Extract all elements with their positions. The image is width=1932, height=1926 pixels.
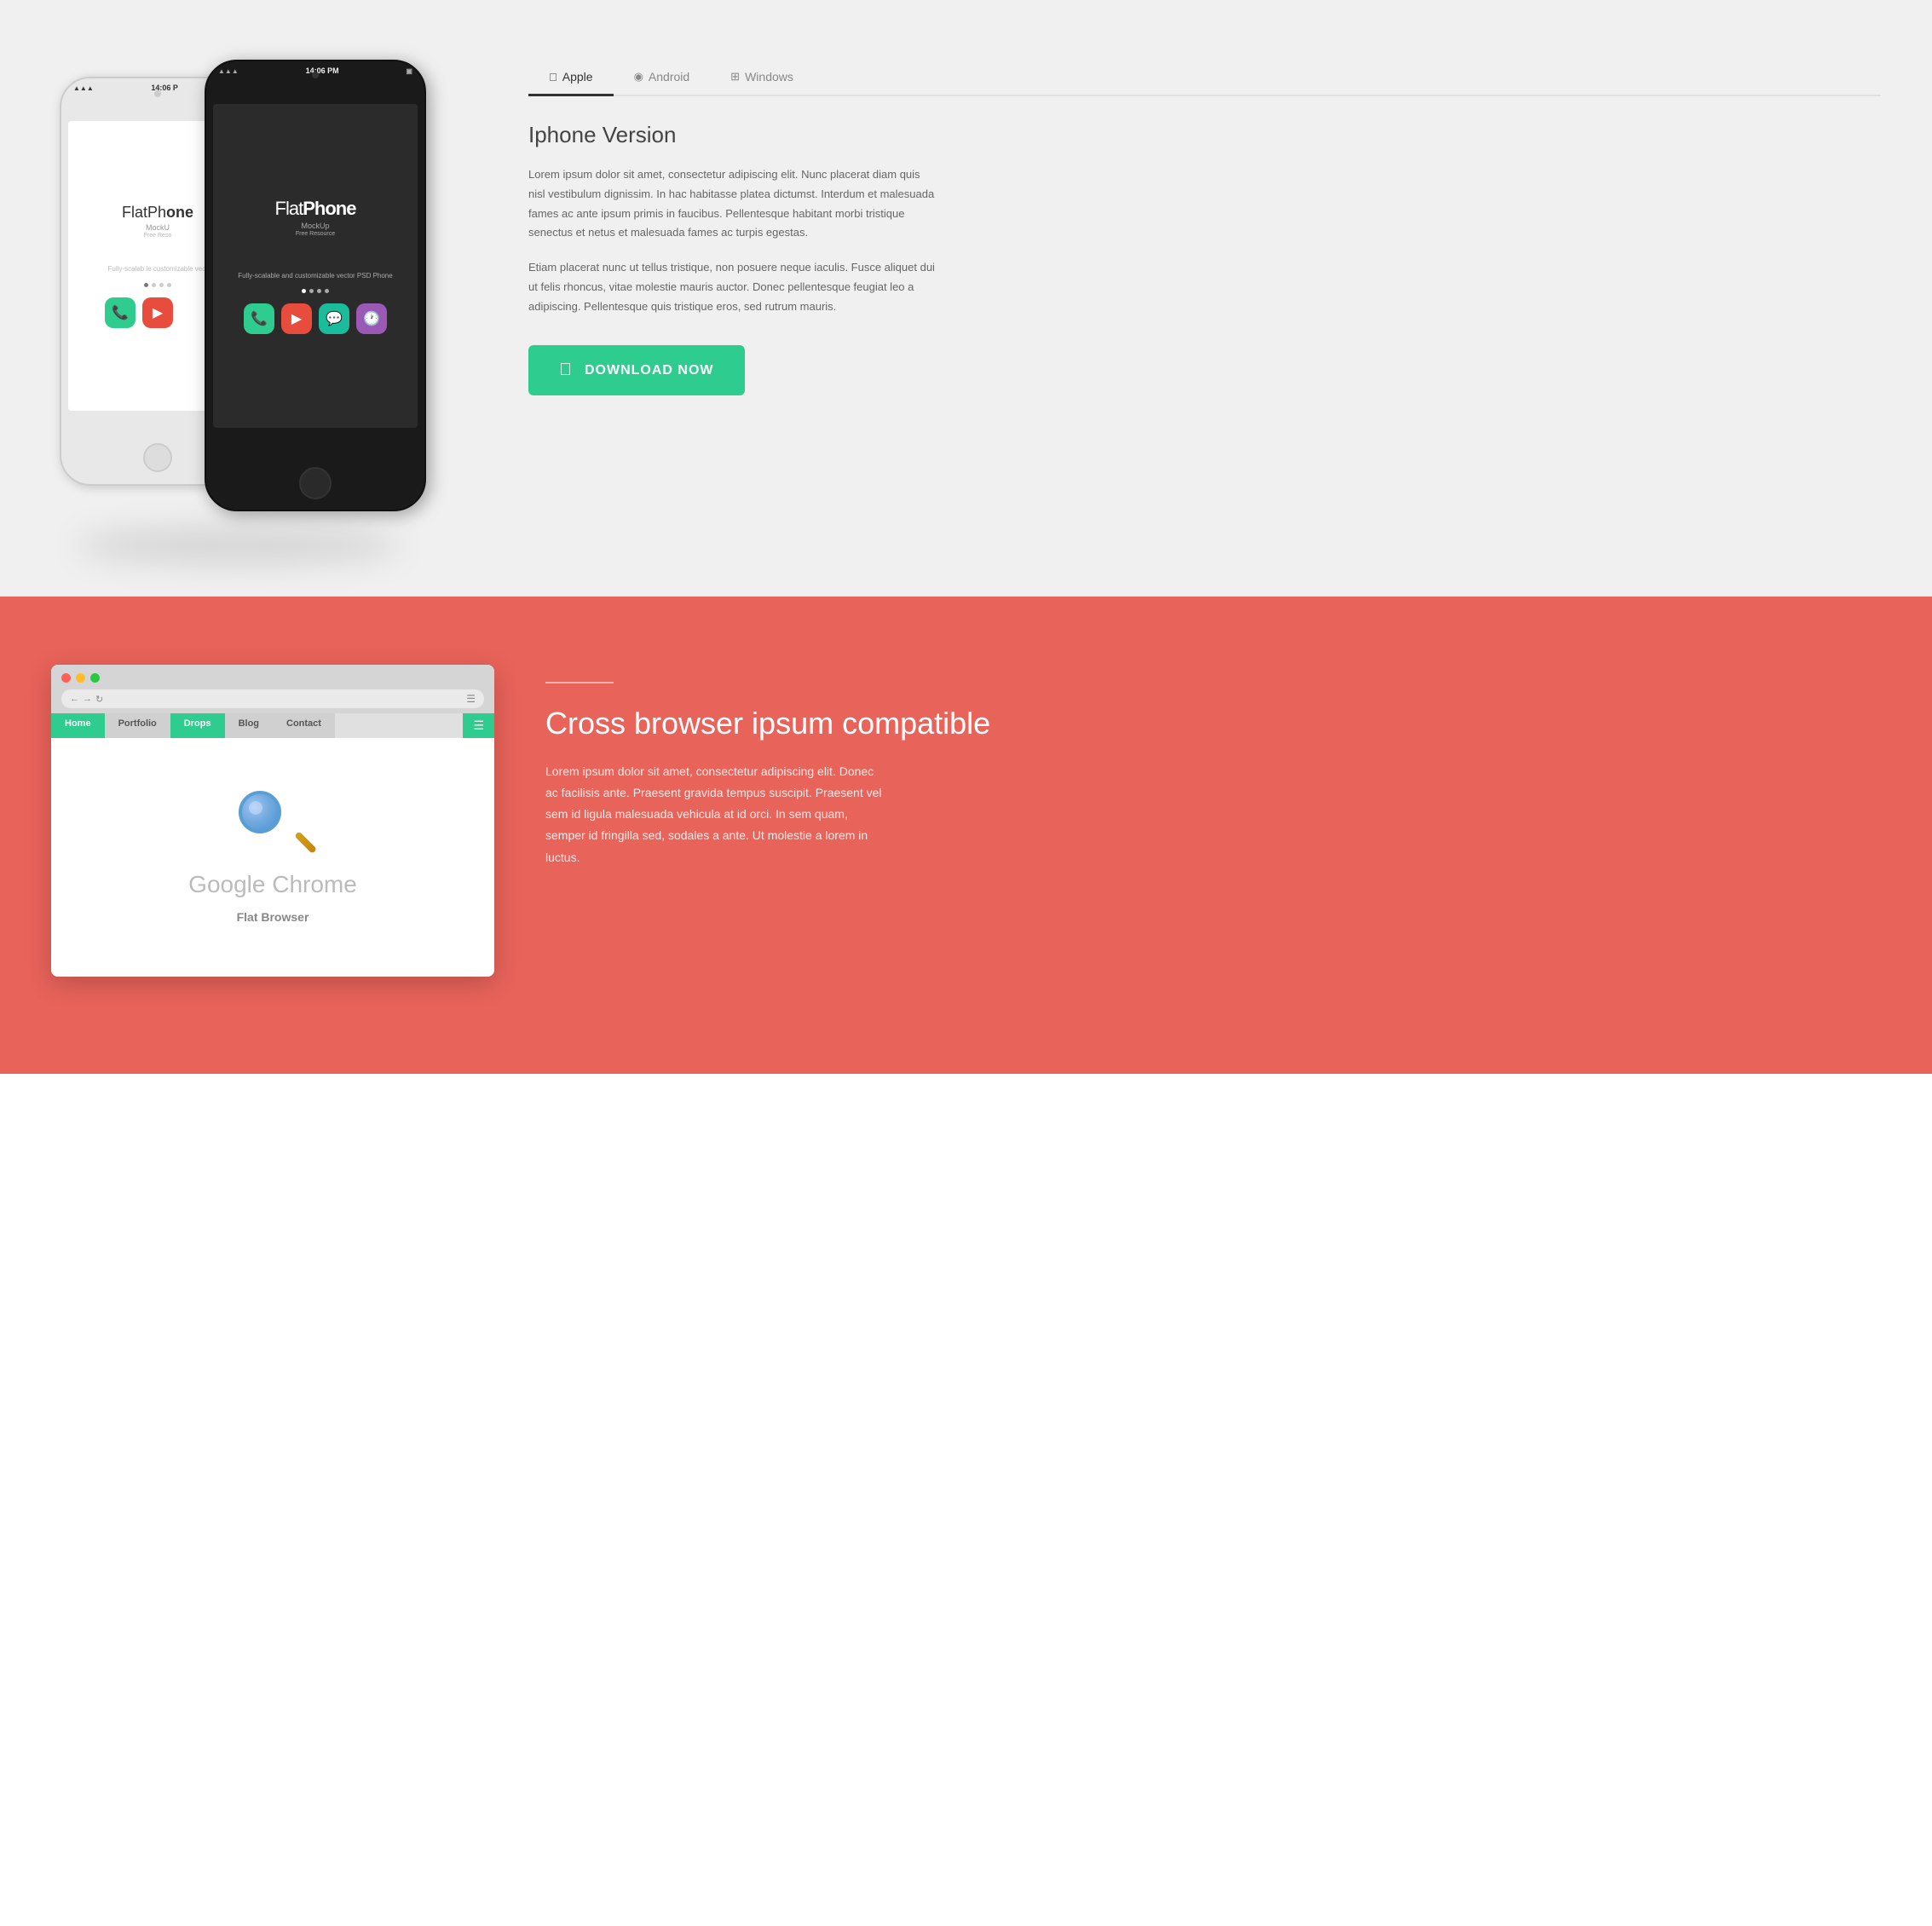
browser-nav-icons: ← → ↻ (70, 694, 103, 705)
browser-nav-tabs: Home Portfolio Drops Blog Contact ☰ (51, 713, 494, 738)
forward-icon[interactable]: → (83, 694, 92, 705)
phone-black-free: Free Resource (275, 231, 356, 237)
tab-apple-label: Apple (562, 70, 593, 84)
divider-line (545, 682, 614, 683)
phone-camera-white (154, 90, 161, 97)
signal-black: ▲▲▲ (218, 67, 239, 75)
back-icon[interactable]: ← (70, 694, 79, 705)
tab-android[interactable]: ◉ Android (614, 60, 711, 96)
right-content:  Apple ◉ Android ⊞ Windows Iphone Versi… (528, 51, 1881, 395)
browser-tab-blog[interactable]: Blog (225, 713, 273, 738)
time-black: 14:06 PM (306, 66, 339, 75)
browser-tab-home[interactable]: Home (51, 713, 105, 738)
tab-apple[interactable]:  Apple (528, 60, 614, 96)
browser-mockup: ← → ↻ ☰ Home Portfolio Drops Blog Contac… (51, 665, 494, 977)
android-tab-icon: ◉ (634, 70, 643, 84)
apple-tab-icon:  (549, 71, 557, 84)
phone-black-desc: Fully-scalable and customizable vector P… (229, 271, 401, 280)
phone-white-desc: Fully-scalab le customizable vect (101, 264, 215, 274)
phone-black-dots (302, 289, 329, 293)
browser-close-dot[interactable] (61, 673, 71, 683)
signal-white: ▲▲▲ (73, 84, 94, 92)
dot-1 (144, 283, 148, 287)
version-title: Iphone Version (528, 122, 1881, 148)
phone-white-icons: 📞 ▶ (105, 297, 211, 328)
browser-window-controls (61, 673, 484, 683)
windows-tab-icon: ⊞ (730, 70, 740, 84)
phone-camera-black (312, 72, 319, 78)
paragraph-1: Lorem ipsum dolor sit amet, consectetur … (528, 165, 937, 243)
phone-black-screen: FlatPhone MockUp Free Resource Fully-sca… (213, 104, 418, 428)
refresh-icon[interactable]: ↻ (95, 694, 103, 705)
platform-tabs:  Apple ◉ Android ⊞ Windows (528, 60, 1881, 96)
battery-black: ▣ (406, 67, 412, 75)
cross-browser-text: Lorem ipsum dolor sit amet, consectetur … (545, 761, 886, 868)
phone-icon-play: ▶ (142, 297, 173, 328)
browser-tab-drops[interactable]: Drops (170, 713, 225, 738)
magnifier-handle (294, 831, 317, 854)
icon-msg-black: 💬 (319, 303, 349, 334)
icon-play-black: ▶ (281, 303, 312, 334)
browser-app-subtitle: Flat Browser (237, 910, 309, 924)
phone-black-subtitle: MockUp (275, 222, 356, 230)
bdot-3 (317, 289, 321, 293)
phone-white-free: Free Reso (122, 233, 193, 239)
phone-white-subtitle: MockU (122, 223, 193, 232)
phone-mockups-area: ▲▲▲ 14:06 P ▣ FlatPhone MockU Free Reso (34, 51, 477, 545)
paragraph-2: Etiam placerat nunc ut tellus tristique,… (528, 258, 937, 316)
browser-min-dot[interactable] (76, 673, 85, 683)
bdot-2 (309, 289, 314, 293)
download-button[interactable]:  DOWNLOAD NOW (528, 345, 745, 395)
cross-browser-content: Cross browser ipsum compatible Lorem ips… (545, 665, 1881, 868)
download-apple-icon:  (559, 360, 573, 380)
icon-phone-black: 📞 (244, 303, 274, 334)
dot-3 (159, 283, 164, 287)
browser-tab-contact[interactable]: Contact (273, 713, 335, 738)
download-btn-label: DOWNLOAD NOW (585, 363, 714, 378)
browser-app-title: Google Chrome (188, 871, 357, 898)
phone-white-dots (144, 283, 171, 287)
bdot-4 (325, 289, 329, 293)
phone-icon-phone: 📞 (105, 297, 136, 328)
phone-black-icons: 📞 ▶ 💬 🕐 (244, 303, 387, 334)
phone-black: ▲▲▲ 14:06 PM ▣ FlatPhone MockUp Free Res… (205, 60, 426, 511)
cross-browser-title: Cross browser ipsum compatible (545, 704, 1881, 744)
tab-windows[interactable]: ⊞ Windows (710, 60, 814, 96)
phone-black-home-btn[interactable] (299, 467, 332, 499)
browser-tab-portfolio[interactable]: Portfolio (105, 713, 170, 738)
browser-content: Google Chrome Flat Browser (51, 738, 494, 977)
browser-menu-icon[interactable]: ☰ (466, 693, 476, 705)
icon-clock-black: 🕐 (356, 303, 387, 334)
browser-chrome-bar: ← → ↻ ☰ (51, 665, 494, 713)
bdot-1 (302, 289, 306, 293)
browser-max-dot[interactable] (90, 673, 100, 683)
browser-address-bar[interactable]: ← → ↻ ☰ (61, 689, 484, 708)
tab-windows-label: Windows (745, 70, 793, 84)
section-browser: ← → ↻ ☰ Home Portfolio Drops Blog Contac… (0, 597, 1932, 1074)
dot-4 (167, 283, 171, 287)
dot-2 (152, 283, 156, 287)
phone-white-brand: FlatPhone (122, 204, 193, 222)
section-phones: ▲▲▲ 14:06 P ▣ FlatPhone MockU Free Reso (0, 0, 1932, 597)
tab-android-label: Android (649, 70, 689, 84)
magnifier-icon (239, 791, 307, 859)
phone-black-brand: FlatPhone (275, 198, 356, 220)
phone-white-home-btn[interactable] (143, 443, 172, 472)
magnifier-circle (239, 791, 281, 833)
browser-hamburger-icon[interactable]: ☰ (463, 713, 494, 738)
